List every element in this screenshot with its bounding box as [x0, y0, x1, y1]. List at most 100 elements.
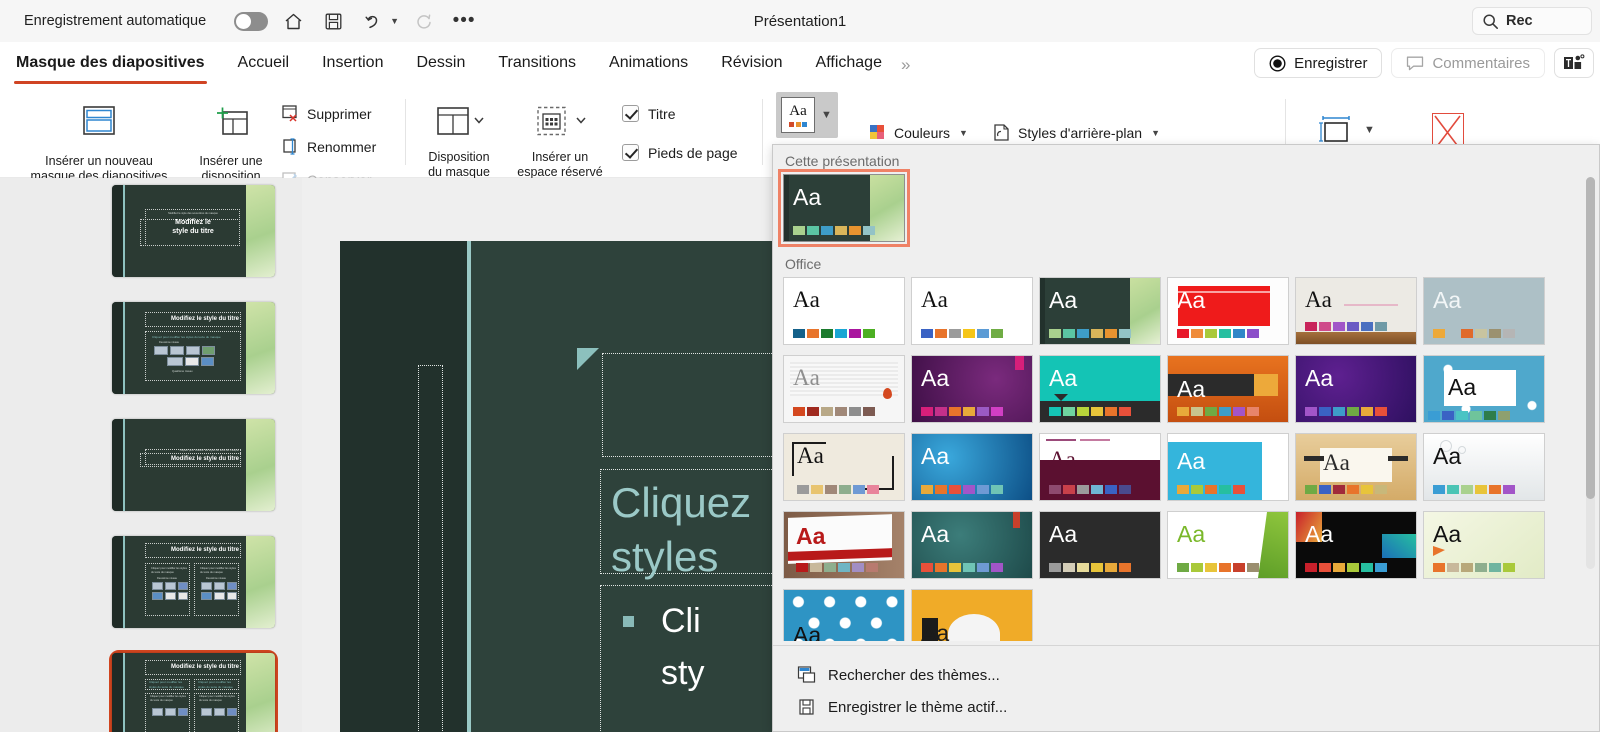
themes-chevron-down-icon[interactable]: ▼	[821, 109, 832, 121]
theme-tile-noir[interactable]: Aa	[1039, 511, 1161, 579]
tab-affichage[interactable]: Affichage	[816, 54, 882, 75]
background-styles-button[interactable]: Styles d'arrière-plan ▼	[992, 119, 1160, 146]
theme-tile-office-2013[interactable]: Aa	[911, 277, 1033, 345]
browse-themes-label: Rechercher des thèmes...	[828, 666, 1000, 684]
record-icon	[1269, 54, 1286, 72]
theme-tile-aa: Aa	[1305, 287, 1332, 312]
theme-tile-parchemin[interactable]: Aa	[783, 433, 905, 501]
tab-insertion[interactable]: Insertion	[322, 54, 383, 75]
teams-share-button[interactable]	[1554, 48, 1594, 78]
themes-gallery-button[interactable]: Aa ▼	[776, 92, 838, 138]
theme-tile-bois-clair[interactable]: Aa	[1295, 433, 1417, 501]
mini-leftbar	[112, 653, 123, 732]
theme-tile-turquoise[interactable]: Aa	[1039, 355, 1161, 423]
title-bar: Enregistrement automatique ▼ •••	[0, 0, 1600, 42]
tab-animations[interactable]: Animations	[609, 54, 688, 75]
undo-chevron-down-icon[interactable]: ▼	[390, 16, 399, 26]
list-item[interactable]: Modifiez le style des sous-titres du mas…	[112, 185, 275, 277]
tab-accueil[interactable]: Accueil	[238, 54, 290, 75]
tab-masque-des-diapositives[interactable]: Masque des diapositives	[14, 54, 207, 84]
slide-thumbnail-1[interactable]: Modifiez le style des sous-titres du mas…	[112, 185, 275, 277]
tab-dessin[interactable]: Dessin	[416, 54, 465, 75]
save-icon[interactable]	[318, 6, 348, 36]
slide-size-chevron-down-icon[interactable]: ▼	[1364, 124, 1375, 136]
slide-size-button[interactable]: ▼	[1318, 112, 1375, 148]
themes-dropdown-panel[interactable]: Cette présentation Aa Office Aa Aa Aa Aa…	[772, 144, 1600, 732]
theme-tile-vert-fonce[interactable]: Aa	[1039, 277, 1161, 345]
slide-thumbnail-3[interactable]: Cliquez pour modifier les styles du text…	[112, 419, 275, 511]
list-item[interactable]: Modifiez le style du titre Cliquez pour …	[112, 302, 275, 394]
insert-slide-master-button[interactable]: Insérer un nouveau masque des diapositiv…	[16, 104, 182, 184]
home-icon[interactable]	[278, 6, 308, 36]
footer-checkbox-box[interactable]	[622, 144, 639, 161]
vertical-placeholder[interactable]	[418, 365, 443, 732]
theme-tile-bulles[interactable]: Aa	[1423, 433, 1545, 501]
undo-group[interactable]: ▼	[348, 6, 399, 36]
insert-layout-button[interactable]: Insérer une disposition	[186, 104, 276, 184]
theme-tile-bois[interactable]: Aa	[1295, 277, 1417, 345]
master-layout-button[interactable]: Disposition du masque	[416, 104, 502, 180]
rename-button[interactable]: Renommer	[281, 133, 376, 160]
background-styles-label: Styles d'arrière-plan	[1018, 124, 1143, 141]
slide-thumbnail-5[interactable]: Modifiez le style du titre Cliquez pour …	[112, 653, 275, 732]
theme-tile-bleu-degrade[interactable]: Aa	[911, 433, 1033, 501]
body-line-2: sty	[661, 654, 705, 692]
theme-tile-sarcelle[interactable]: Aa	[911, 511, 1033, 579]
mini-accent-line	[123, 185, 125, 277]
colors-chevron-down-icon[interactable]: ▼	[959, 128, 968, 138]
record-button[interactable]: Enregistrer	[1254, 48, 1383, 78]
background-styles-chevron-down-icon[interactable]: ▼	[1151, 128, 1160, 138]
tab-revision[interactable]: Révision	[721, 54, 782, 75]
themes-gallery-scrollbar[interactable]	[1586, 177, 1595, 569]
title-checkbox-box[interactable]	[622, 105, 639, 122]
browse-themes-menu-item[interactable]: Rechercher des thèmes...	[773, 659, 1599, 691]
slide-thumbnail-4[interactable]: Modifiez le style du titre Cliquez pour …	[112, 536, 275, 628]
theme-tile-rouge-carmin[interactable]: Aa	[783, 511, 905, 579]
theme-tile-papier[interactable]: Aa	[783, 355, 905, 423]
search-input[interactable]: Rec	[1472, 7, 1592, 35]
theme-tile-violet-fonce[interactable]: Aa	[1295, 355, 1417, 423]
colors-button[interactable]: Couleurs ▼	[868, 119, 968, 146]
theme-tile-bordeaux[interactable]: Aa	[1039, 433, 1161, 501]
themes-gallery-scroll-area[interactable]: Cette présentation Aa Office Aa Aa Aa Aa…	[773, 145, 1585, 641]
current-presentation-row: Aa	[773, 169, 1585, 252]
theme-tile-current[interactable]: Aa	[778, 169, 910, 247]
theme-tile-office[interactable]: Aa	[783, 277, 905, 345]
theme-tile-vert-feuille[interactable]: Aa	[1167, 511, 1289, 579]
autosave-toggle[interactable]	[234, 11, 269, 31]
theme-row: Aa Aa Aa Aa Aa Aa	[773, 433, 1585, 511]
tabs-overflow-chevron-icon[interactable]: »	[901, 55, 910, 75]
theme-tile-bleu-gris[interactable]: Aa	[1423, 277, 1545, 345]
more-ellipsis-icon[interactable]: •••	[449, 6, 479, 36]
tab-transitions[interactable]: Transitions	[498, 54, 576, 75]
list-item[interactable]: Modifiez le style du titre Cliquez pour …	[112, 536, 275, 628]
theme-tile-aa: Aa	[1177, 287, 1206, 313]
theme-tile-dentelle[interactable]: Aa	[1423, 355, 1545, 423]
theme-tile-rouge[interactable]: Aa	[1167, 277, 1289, 345]
theme-tile-violet[interactable]: Aa	[911, 355, 1033, 423]
theme-tile-vert-pale[interactable]: Aa	[1423, 511, 1545, 579]
theme-tile-aa: Aa	[1448, 374, 1477, 400]
section-header-office: Office	[785, 256, 822, 272]
theme-tile-ambre[interactable]: Aa	[911, 589, 1033, 641]
slide-thumbnail-pane[interactable]: Modifiez le style des sous-titres du mas…	[0, 178, 302, 732]
list-item[interactable]: Cliquez pour modifier les styles du text…	[112, 419, 275, 511]
scrollbar-thumb[interactable]	[1586, 177, 1595, 499]
insert-placeholder-button[interactable]: Insérer un espace réservé	[508, 104, 612, 180]
theme-tile-aa: Aa	[921, 287, 948, 312]
mini-gradient	[246, 653, 275, 732]
slide-thumbnail-2[interactable]: Modifiez le style du titre Cliquez pour …	[112, 302, 275, 394]
undo-icon[interactable]	[358, 6, 388, 36]
theme-tile-ciel[interactable]: Aa	[1167, 433, 1289, 501]
footer-checkbox[interactable]: Pieds de page	[622, 144, 738, 161]
list-item[interactable]: Modifiez le style du titre Cliquez pour …	[109, 650, 278, 732]
theme-tile-orange[interactable]: Aa	[1167, 355, 1289, 423]
theme-row: Aa Aa Aa Aa Aa Aa	[773, 277, 1585, 355]
theme-tile-neon[interactable]: Aa	[1295, 511, 1417, 579]
save-current-theme-menu-item[interactable]: Enregistrer le thème actif...	[773, 691, 1599, 723]
comments-button[interactable]: Commentaires	[1391, 48, 1545, 78]
theme-tile-aa: Aa	[1433, 287, 1462, 313]
title-checkbox[interactable]: Titre	[622, 105, 738, 122]
theme-tile-motif-bleu[interactable]: Aa	[783, 589, 905, 641]
delete-button[interactable]: Supprimer	[281, 100, 376, 127]
